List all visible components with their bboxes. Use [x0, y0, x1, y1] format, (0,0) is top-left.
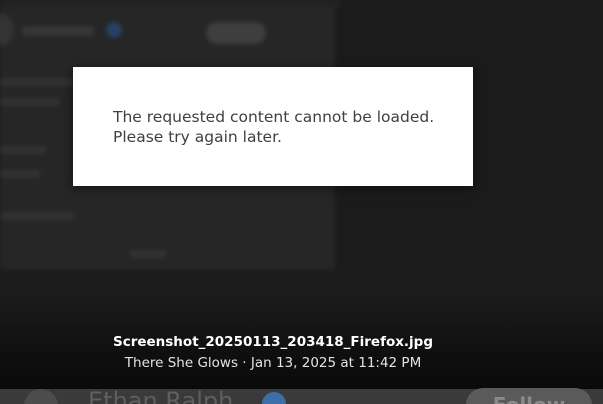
background-top-strip	[0, 0, 340, 8]
background-text-line	[0, 146, 46, 154]
background-avatar	[0, 14, 14, 46]
error-message-line-1: The requested content cannot be loaded.	[113, 108, 435, 126]
background-follow-pill	[206, 22, 266, 44]
error-dialog: The requested content cannot be loaded. …	[73, 67, 473, 186]
media-viewer-overlay: The requested content cannot be loaded. …	[0, 0, 603, 404]
error-message-line-2: Please try again later.	[113, 128, 282, 146]
follow-button[interactable]: Follow	[466, 388, 592, 404]
background-text-line	[130, 250, 166, 258]
background-text-line	[0, 212, 74, 220]
profile-name[interactable]: Ethan Ralph	[88, 386, 233, 404]
background-text-line	[0, 98, 60, 106]
background-verified-icon	[106, 22, 122, 38]
background-author-name	[22, 26, 94, 36]
error-message: The requested content cannot be loaded. …	[113, 107, 434, 147]
background-text-line	[0, 170, 40, 178]
media-meta: There She Glows · Jan 13, 2025 at 11:42 …	[124, 355, 422, 371]
media-filename: Screenshot_20250113_203418_Firefox.jpg	[112, 334, 434, 350]
